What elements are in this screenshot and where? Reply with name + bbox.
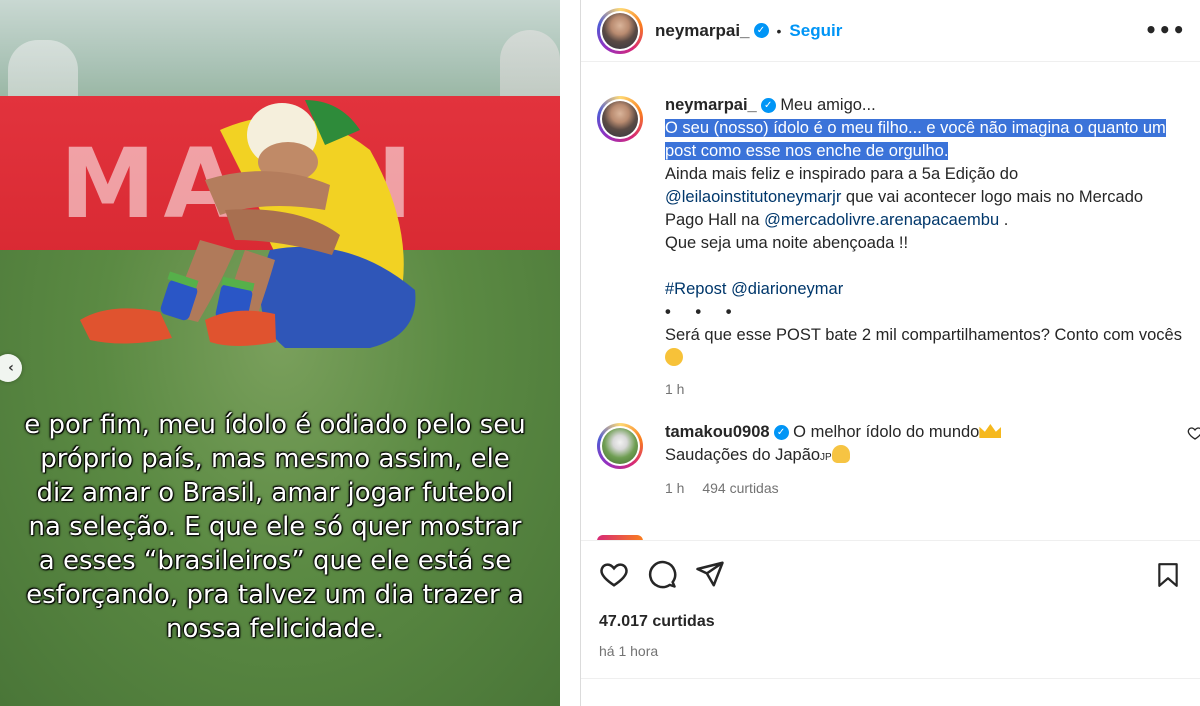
caption-line: . (999, 211, 1009, 229)
comment-item: tamakou0908 ✓ O melhor ídolo do mundo Sau… (597, 421, 1200, 500)
caption-line: Será que esse POST bate 2 mil compartilh… (665, 326, 1182, 344)
selected-text: O seu (nosso) ídolo é o meu filho... e v… (665, 119, 1166, 160)
player-image (80, 100, 416, 348)
comment-likes[interactable]: 494 curtidas (702, 480, 778, 496)
comment-bubble-icon[interactable] (647, 559, 677, 589)
post-timestamp: há 1 hora (599, 643, 659, 659)
follow-button[interactable]: Seguir (789, 21, 842, 41)
verified-badge-icon: ✓ (773, 425, 789, 441)
mention-link[interactable]: @leilaoinstitutoneymarjr (665, 188, 841, 206)
comment-body: O melhor ídolo do mundo (793, 423, 980, 441)
caption-dots: • • • (665, 303, 742, 321)
comment-like-heart-icon[interactable] (1187, 425, 1200, 441)
add-comment-area[interactable] (581, 678, 1200, 706)
comments-list[interactable]: neymarpai_ ✓ Meu amigo... O seu (nosso) í… (581, 62, 1200, 540)
verified-badge-icon: ✓ (760, 98, 776, 114)
comment-meta: 1 h 494 curtidas (665, 477, 1155, 500)
profile-photo (602, 101, 638, 137)
raised-hands-emoji-icon (831, 445, 850, 463)
post-details-panel: neymarpai_ ✓ • Seguir ••• neymarpai_ ✓ Me… (580, 0, 1200, 706)
caption-meta: 1 h (665, 378, 1185, 401)
media-text-overlay: e por fim, meu ídolo é odiado pelo seu p… (24, 410, 526, 644)
verified-badge-icon: ✓ (753, 23, 769, 38)
caption-line: Ainda mais feliz e inspirado para a 5a E… (665, 165, 1019, 183)
like-heart-icon[interactable] (599, 559, 629, 589)
crown-emoji-icon (979, 424, 1002, 438)
share-paper-plane-icon[interactable] (695, 559, 725, 589)
more-options-icon[interactable]: ••• (1145, 18, 1186, 42)
caption-line: Que seja uma noite abençoada !! (665, 234, 909, 252)
mention-link[interactable]: @mercadolivre.arenapacaembu (764, 211, 999, 229)
chevron-left-icon: ‹ (8, 360, 14, 376)
separator-dot: • (776, 22, 782, 39)
action-icons (599, 557, 1183, 591)
flexed-biceps-emoji-icon (665, 348, 683, 366)
post-actions: 47.017 curtidas há 1 hora (581, 540, 1200, 706)
hashtag-link[interactable]: #Repost (665, 280, 726, 298)
caption-line: Meu amigo... (780, 96, 876, 114)
post-header: neymarpai_ ✓ • Seguir ••• (581, 0, 1200, 62)
japan-flag-label: JP (820, 452, 832, 463)
avatar[interactable] (597, 7, 643, 54)
comment-text: tamakou0908 ✓ O melhor ídolo do mundo Sau… (665, 421, 1155, 500)
avatar[interactable] (597, 96, 643, 142)
comment-username[interactable]: tamakou0908 (665, 423, 770, 441)
author-username[interactable]: neymarpai_ (655, 21, 750, 41)
caption-text: neymarpai_ ✓ Meu amigo... O seu (nosso) í… (665, 94, 1185, 401)
profile-photo (602, 12, 638, 49)
bookmark-icon[interactable] (1155, 561, 1181, 594)
avatar[interactable] (597, 423, 643, 469)
mention-link[interactable]: @diarioneymar (731, 280, 843, 298)
comment-time[interactable]: 1 h (665, 480, 684, 496)
profile-photo (602, 428, 638, 464)
caption-username[interactable]: neymarpai_ (665, 96, 757, 114)
comment-body: Saudações do Japão (665, 446, 821, 464)
like-count[interactable]: 47.017 curtidas (599, 613, 1183, 631)
caption-time[interactable]: 1 h (665, 381, 684, 397)
post-caption: neymarpai_ ✓ Meu amigo... O seu (nosso) í… (597, 94, 1200, 401)
post-media[interactable]: MA OI e por fim, meu ídolo é odiado pelo… (0, 0, 560, 706)
